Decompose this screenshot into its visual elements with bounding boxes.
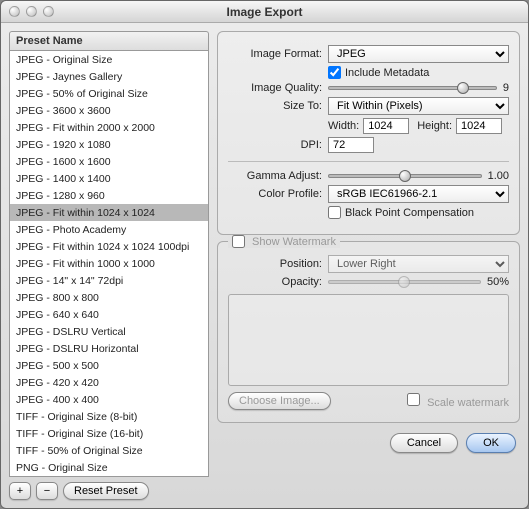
preset-item[interactable]: JPEG - Fit within 1000 x 1000: [10, 255, 208, 272]
preset-item[interactable]: TIFF - 50% of Original Size: [10, 442, 208, 459]
image-quality-value: 9: [503, 82, 509, 94]
color-profile-label: Color Profile:: [228, 188, 328, 200]
preset-item[interactable]: PNG - Original Size: [10, 459, 208, 476]
preset-item[interactable]: JPEG - 1600 x 1600: [10, 153, 208, 170]
watermark-preview: [228, 294, 509, 386]
image-export-dialog: Image Export Preset Name JPEG - Original…: [0, 0, 529, 509]
preset-item[interactable]: JPEG - 400 x 400: [10, 391, 208, 408]
cancel-button[interactable]: Cancel: [390, 433, 458, 453]
opacity-value: 50%: [487, 276, 509, 288]
image-format-label: Image Format:: [228, 48, 328, 60]
preset-item[interactable]: JPEG - DSLRU Horizontal: [10, 340, 208, 357]
preset-item[interactable]: JPEG - 1920 x 1080: [10, 136, 208, 153]
height-field[interactable]: [456, 118, 502, 134]
width-field[interactable]: [363, 118, 409, 134]
preset-item[interactable]: JPEG - Fit within 2000 x 2000: [10, 119, 208, 136]
include-metadata-label: Include Metadata: [345, 67, 429, 79]
preset-item[interactable]: JPEG - Fit within 1024 x 1024: [10, 204, 208, 221]
opacity-label: Opacity:: [228, 276, 328, 288]
preset-item[interactable]: JPEG - 50% of Original Size: [10, 85, 208, 102]
zoom-icon[interactable]: [43, 6, 54, 17]
black-point-checkbox[interactable]: [328, 206, 341, 219]
black-point-label: Black Point Compensation: [345, 207, 474, 219]
gamma-adjust-slider[interactable]: [328, 174, 482, 178]
scale-watermark-checkbox: [407, 393, 420, 406]
preset-item[interactable]: JPEG - Photo Academy: [10, 221, 208, 238]
show-watermark-label: Show Watermark: [252, 236, 336, 248]
preset-item[interactable]: JPEG - 500 x 500: [10, 357, 208, 374]
minimize-icon[interactable]: [26, 6, 37, 17]
window-controls: [9, 6, 54, 17]
preset-item[interactable]: JPEG - 420 x 420: [10, 374, 208, 391]
titlebar: Image Export: [1, 1, 528, 23]
preset-item[interactable]: JPEG - Original Size: [10, 51, 208, 68]
add-preset-button[interactable]: +: [9, 482, 31, 500]
size-to-select[interactable]: Fit Within (Pixels): [328, 97, 509, 115]
preset-item[interactable]: JPEG - 1280 x 960: [10, 187, 208, 204]
image-format-select[interactable]: JPEG: [328, 45, 509, 63]
image-quality-slider[interactable]: [328, 86, 497, 90]
opacity-slider: [328, 280, 481, 284]
choose-image-button[interactable]: Choose Image...: [228, 392, 331, 410]
preset-item[interactable]: JPEG - 800 x 800: [10, 289, 208, 306]
preset-item[interactable]: JPEG - 640 x 640: [10, 306, 208, 323]
size-to-label: Size To:: [228, 100, 328, 112]
image-quality-label: Image Quality:: [228, 82, 328, 94]
preset-item[interactable]: JPEG - DSLRU Vertical: [10, 323, 208, 340]
preset-item[interactable]: JPEG - 1400 x 1400: [10, 170, 208, 187]
dpi-label: DPI:: [228, 139, 328, 151]
show-watermark-checkbox[interactable]: [232, 235, 245, 248]
gamma-adjust-label: Gamma Adjust:: [228, 170, 328, 182]
position-label: Position:: [228, 258, 328, 270]
preset-item[interactable]: JPEG - Jaynes Gallery: [10, 68, 208, 85]
dpi-field[interactable]: [328, 137, 374, 153]
window-title: Image Export: [9, 5, 520, 19]
preset-list[interactable]: JPEG - Original SizeJPEG - Jaynes Galler…: [9, 50, 209, 477]
position-select: Lower Right: [328, 255, 509, 273]
preset-item[interactable]: JPEG - 14" x 14" 72dpi: [10, 272, 208, 289]
preset-item[interactable]: TIFF - Original Size (16-bit): [10, 425, 208, 442]
color-profile-select[interactable]: sRGB IEC61966-2.1: [328, 185, 509, 203]
gamma-adjust-value: 1.00: [488, 170, 509, 182]
preset-item[interactable]: JPEG - 3600 x 3600: [10, 102, 208, 119]
include-metadata-checkbox[interactable]: [328, 66, 341, 79]
height-label: Height:: [417, 120, 456, 132]
preset-header: Preset Name: [9, 31, 209, 50]
export-settings-panel: Image Format: JPEG Include Metadata Imag…: [217, 31, 520, 235]
preset-item[interactable]: TIFF - Original Size (8-bit): [10, 408, 208, 425]
preset-item[interactable]: JPEG - Fit within 1024 x 1024 100dpi: [10, 238, 208, 255]
remove-preset-button[interactable]: −: [36, 482, 58, 500]
width-label: Width:: [328, 120, 363, 132]
scale-watermark-label: Scale watermark: [427, 397, 509, 409]
close-icon[interactable]: [9, 6, 20, 17]
ok-button[interactable]: OK: [466, 433, 516, 453]
watermark-panel: Show Watermark Position: Lower Right Opa…: [217, 241, 520, 423]
reset-preset-button[interactable]: Reset Preset: [63, 482, 149, 500]
